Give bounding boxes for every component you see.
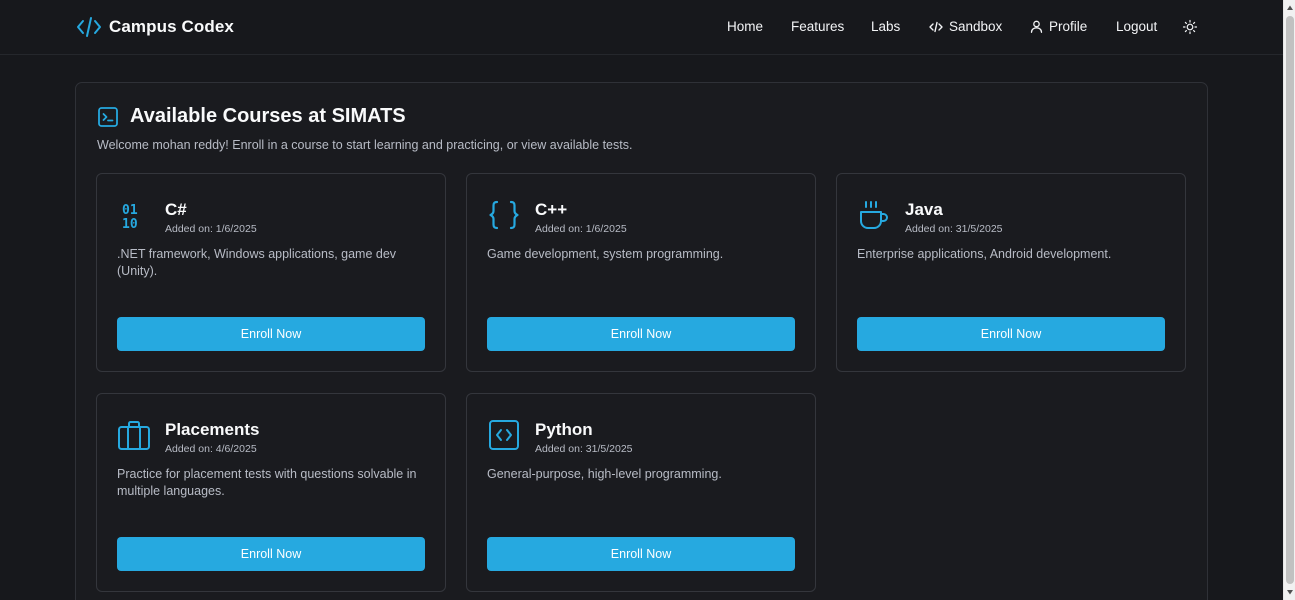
course-card-cpp: C++ Added on: 1/6/2025 Game development,… [466,173,816,372]
enroll-button[interactable]: Enroll Now [487,317,795,351]
nav-profile-label: Profile [1049,19,1088,34]
enroll-button[interactable]: Enroll Now [857,317,1165,351]
course-added-date: Added on: 1/6/2025 [535,223,627,235]
course-name: Placements [165,420,260,439]
top-navbar: Campus Codex Home Features Labs Sandbox … [0,0,1283,55]
scroll-down-arrow-icon[interactable] [1286,588,1294,596]
nav-sandbox[interactable]: Sandbox [929,19,1002,34]
code-icon [929,21,943,32]
course-description: General-purpose, high-level programming. [487,467,722,481]
welcome-text: Welcome mohan reddy! Enroll in a course … [97,138,633,152]
briefcase-icon [117,418,151,452]
course-name: C++ [535,200,568,219]
scrollbar[interactable] [1283,0,1295,600]
page-title: Available Courses at SIMATS [130,105,406,127]
course-added-date: Added on: 1/6/2025 [165,223,257,235]
nav-home[interactable]: Home [727,19,763,34]
nav-profile[interactable]: Profile [1030,19,1087,34]
brand-name: Campus Codex [109,17,234,36]
coffee-cup-icon [857,198,891,232]
code-brackets-icon [76,16,102,38]
course-added-date: Added on: 4/6/2025 [165,443,257,455]
course-description: Game development, system programming. [487,247,724,261]
course-card-csharp: 01 10 C# Added on: 1/6/2025 .NET framewo… [96,173,446,372]
course-description: Practice for placement tests with questi… [117,467,417,498]
scroll-up-arrow-icon[interactable] [1286,4,1294,12]
sun-icon [1182,19,1198,35]
binary-icon: 01 10 [117,198,151,232]
enroll-button[interactable]: Enroll Now [117,317,425,351]
course-name: Python [535,420,593,439]
course-added-date: Added on: 31/5/2025 [905,223,1003,235]
nav-labs[interactable]: Labs [871,19,900,34]
panel-header: Available Courses at SIMATS [97,105,406,128]
course-description: .NET framework, Windows applications, ga… [117,247,397,278]
braces-icon [487,198,521,232]
enroll-button[interactable]: Enroll Now [117,537,425,571]
course-card-placements: Placements Added on: 4/6/2025 Practice f… [96,393,446,592]
nav-logout[interactable]: Logout [1116,19,1157,34]
svg-text:01: 01 [122,203,138,218]
course-name: C# [165,200,187,219]
scroll-thumb[interactable] [1286,16,1294,584]
course-card-java: Java Added on: 31/5/2025 Enterprise appl… [836,173,1186,372]
svg-text:10: 10 [122,217,138,232]
brand[interactable]: Campus Codex [76,16,234,38]
nav-features[interactable]: Features [791,19,844,34]
course-name: Java [905,200,943,219]
terminal-icon [98,106,118,127]
enroll-button[interactable]: Enroll Now [487,537,795,571]
code-square-icon [487,418,521,452]
course-added-date: Added on: 31/5/2025 [535,443,633,455]
course-description: Enterprise applications, Android develop… [857,247,1112,261]
courses-panel: Available Courses at SIMATS Welcome moha… [75,82,1208,600]
course-card-python: Python Added on: 31/5/2025 General-purpo… [466,393,816,592]
theme-toggle[interactable] [1182,19,1198,35]
user-icon [1030,20,1043,33]
nav-sandbox-label: Sandbox [949,19,1003,34]
